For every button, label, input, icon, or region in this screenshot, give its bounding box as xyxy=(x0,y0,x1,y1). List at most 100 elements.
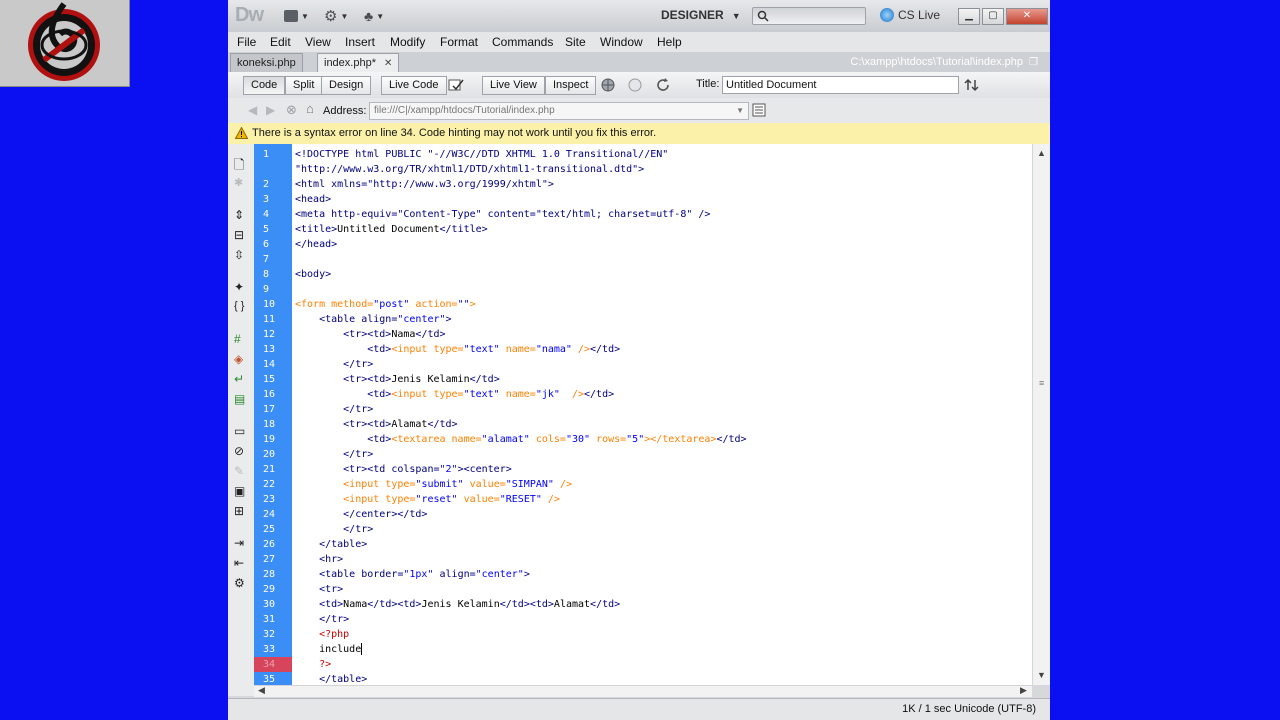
home-icon[interactable]: ⌂ xyxy=(306,101,314,116)
scroll-up-icon[interactable]: ▲ xyxy=(1037,148,1046,158)
code-line[interactable]: 32 <?php xyxy=(254,627,1032,642)
code-line[interactable]: 14 </tr> xyxy=(254,357,1032,372)
menu-edit[interactable]: Edit xyxy=(270,35,291,49)
address-input[interactable]: file:///C|/xampp/htdocs/Tutorial/index.p… xyxy=(369,102,749,120)
code-line[interactable]: 11 <table align="center"> xyxy=(254,312,1032,327)
validate-icon[interactable] xyxy=(448,78,464,92)
code-line[interactable]: 35 </table> xyxy=(254,672,1032,685)
restore-icon[interactable]: ❐ xyxy=(1029,57,1038,68)
site-button[interactable]: ♣ ▼ xyxy=(364,8,384,24)
workspace-switcher[interactable]: DESIGNER ▼ xyxy=(661,8,741,22)
code-line[interactable]: 19 <td><textarea name="alamat" cols="30"… xyxy=(254,432,1032,447)
inspect-button[interactable]: Inspect xyxy=(545,76,597,95)
minimize-icon[interactable]: ▁ xyxy=(958,8,980,25)
syntax-coloring-icon[interactable]: ▤ xyxy=(234,392,248,406)
menu-window[interactable]: Window xyxy=(600,35,643,49)
highlight-invalid-icon[interactable]: ◈ xyxy=(234,352,248,366)
outdent-icon[interactable]: ⇤ xyxy=(234,556,248,570)
move-css-icon[interactable]: ⊞ xyxy=(234,504,248,518)
apply-comment-icon[interactable]: ▭ xyxy=(234,424,248,438)
menu-insert[interactable]: Insert xyxy=(345,35,375,49)
live-view-button[interactable]: Live View xyxy=(482,76,545,95)
maximize-icon[interactable]: ▢ xyxy=(982,8,1004,25)
select-parent-tag-icon[interactable]: ✦ xyxy=(234,280,248,294)
code-line[interactable]: 5 <title>Untitled Document</title> xyxy=(254,222,1032,237)
code-line[interactable]: 26 </table> xyxy=(254,537,1032,552)
scroll-left-icon[interactable]: ◀ xyxy=(258,685,265,696)
scroll-grip[interactable]: ≡ xyxy=(1039,378,1044,388)
code-line[interactable]: 34 ?> xyxy=(254,657,1032,672)
code-line[interactable]: 7 xyxy=(254,252,1032,267)
code-line[interactable]: 16 <td><input type="text" name="jk" /></… xyxy=(254,387,1032,402)
code-line[interactable]: 15 <tr><td>Jenis Kelamin</td> xyxy=(254,372,1032,387)
line-numbers-icon[interactable]: # xyxy=(234,332,248,346)
file-mgmt-icon[interactable] xyxy=(628,78,644,92)
code-line[interactable]: 6 </head> xyxy=(254,237,1032,252)
tab-index[interactable]: index.php* ✕ xyxy=(317,53,400,72)
code-line[interactable]: 1 <!DOCTYPE html PUBLIC "-//W3C//DTD XHTM… xyxy=(254,147,1032,162)
stop-icon[interactable]: ⊗ xyxy=(286,102,297,118)
menu-site[interactable]: Site xyxy=(565,35,586,49)
code-line[interactable]: 23 <input type="reset" value="RESET" /> xyxy=(254,492,1032,507)
browse-options-icon[interactable] xyxy=(752,103,768,117)
code-line[interactable]: 8 <body> xyxy=(254,267,1032,282)
code-line[interactable]: 4 <meta http-equiv="Content-Type" content… xyxy=(254,207,1032,222)
globe-icon[interactable] xyxy=(601,78,617,92)
scroll-down-icon[interactable]: ▼ xyxy=(1037,670,1046,680)
open-documents-icon[interactable]: 🗋 xyxy=(234,156,248,172)
menu-help[interactable]: Help xyxy=(657,35,682,49)
code-line[interactable]: 20 </tr> xyxy=(254,447,1032,462)
code-line[interactable]: "http://www.w3.org/TR/xhtml1/DTD/xhtml1-… xyxy=(254,162,1032,177)
horizontal-scrollbar[interactable]: ◀ ▶ xyxy=(254,685,1032,697)
code-line[interactable]: 24 </center></td> xyxy=(254,507,1032,522)
recent-snippets-icon[interactable]: ▣ xyxy=(234,484,248,498)
code-view-button[interactable]: Code xyxy=(243,76,286,95)
expand-all-icon[interactable]: ⇳ xyxy=(234,248,248,262)
code-line[interactable]: 22 <input type="submit" value="SIMPAN" /… xyxy=(254,477,1032,492)
scroll-right-icon[interactable]: ▶ xyxy=(1020,685,1027,696)
code-line[interactable]: 25 </tr> xyxy=(254,522,1032,537)
code-line[interactable]: 31 </tr> xyxy=(254,612,1032,627)
code-line[interactable]: 18 <tr><td>Alamat</td> xyxy=(254,417,1032,432)
collapse-selection-icon[interactable]: ⊟ xyxy=(234,228,248,242)
menu-modify[interactable]: Modify xyxy=(390,35,425,49)
chevron-down-icon[interactable]: ▼ xyxy=(736,103,744,119)
code-line[interactable]: 30 <td>Nama</td><td>Jenis Kelamin</td><t… xyxy=(254,597,1032,612)
back-icon[interactable]: ◀ xyxy=(248,103,257,117)
code-editor[interactable]: 1 <!DOCTYPE html PUBLIC "-//W3C//DTD XHTM… xyxy=(254,144,1032,685)
design-view-button[interactable]: Design xyxy=(321,76,372,95)
code-line[interactable]: 9 xyxy=(254,282,1032,297)
code-line[interactable]: 29 <tr> xyxy=(254,582,1032,597)
forward-icon[interactable]: ▶ xyxy=(266,103,275,117)
collapse-tag-icon[interactable]: ⇕ xyxy=(234,208,248,222)
code-line[interactable]: 27 <hr> xyxy=(254,552,1032,567)
code-line[interactable]: 13 <td><input type="text" name="nama" />… xyxy=(254,342,1032,357)
code-line[interactable]: 17 </tr> xyxy=(254,402,1032,417)
code-line[interactable]: 21 <tr><td colspan="2"><center> xyxy=(254,462,1032,477)
balance-braces-icon[interactable]: { } xyxy=(234,300,248,314)
split-view-button[interactable]: Split xyxy=(285,76,323,95)
menu-file[interactable]: File xyxy=(237,35,256,49)
code-line[interactable]: 33 include xyxy=(254,642,1032,657)
vertical-scrollbar[interactable]: ▲ ≡ ▼ xyxy=(1032,144,1050,685)
format-source-icon[interactable]: ⚙ xyxy=(234,576,248,590)
close-icon[interactable]: ✕ xyxy=(1006,8,1048,25)
menu-view[interactable]: View xyxy=(305,35,331,49)
code-line[interactable]: 10 <form method="post" action=""> xyxy=(254,297,1032,312)
show-code-navigator-icon[interactable]: ✱ xyxy=(234,176,248,190)
code-line[interactable]: 2 <html xmlns="http://www.w3.org/1999/xht… xyxy=(254,177,1032,192)
live-code-button[interactable]: Live Code xyxy=(381,76,447,95)
document-title-input[interactable]: Untitled Document xyxy=(722,76,959,94)
refresh-icon[interactable] xyxy=(656,78,672,92)
help-search-input[interactable] xyxy=(752,7,866,25)
tab-koneksi[interactable]: koneksi.php xyxy=(230,53,303,72)
extend-button[interactable]: ⚙ ▼ xyxy=(324,8,348,25)
code-line[interactable]: 28 <table border="1px" align="center"> xyxy=(254,567,1032,582)
close-icon[interactable]: ✕ xyxy=(384,58,392,69)
cs-live-button[interactable]: CS Live xyxy=(880,8,940,22)
wrap-tag-icon[interactable]: ✎ xyxy=(234,464,248,478)
menu-commands[interactable]: Commands xyxy=(492,35,553,49)
remove-comment-icon[interactable]: ⊘ xyxy=(234,444,248,458)
sync-icon[interactable] xyxy=(964,78,980,92)
indent-icon[interactable]: ⇥ xyxy=(234,536,248,550)
